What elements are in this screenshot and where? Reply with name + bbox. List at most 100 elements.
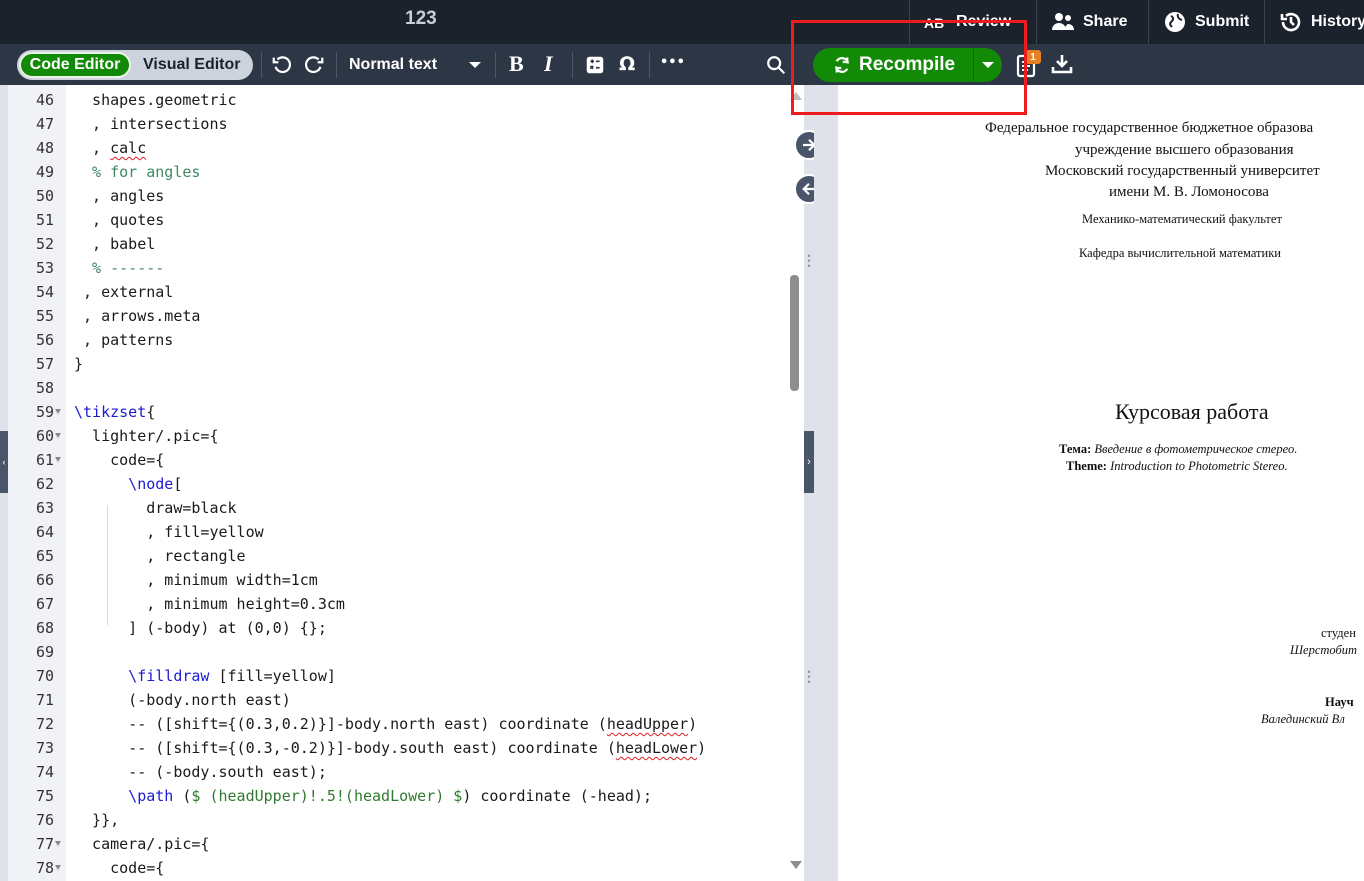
code-line[interactable]: 71 (-body.north east) bbox=[0, 688, 786, 712]
code-text[interactable]: % ------ bbox=[74, 256, 164, 280]
code-text[interactable]: , angles bbox=[74, 184, 164, 208]
code-text[interactable]: -- (-body.south east); bbox=[74, 760, 327, 784]
code-text[interactable]: , external bbox=[74, 280, 173, 304]
code-line[interactable]: 61 code={ bbox=[0, 448, 786, 472]
code-line[interactable]: 66 , minimum width=1cm bbox=[0, 568, 786, 592]
recompile-options-button[interactable] bbox=[973, 48, 1002, 82]
code-text[interactable]: \path ($ (headUpper)!.5!(headLower) $) c… bbox=[74, 784, 652, 808]
code-text[interactable]: (-body.north east) bbox=[74, 688, 291, 712]
code-text[interactable]: -- ([shift={(0.3,0.2)}]-body.north east)… bbox=[74, 712, 697, 736]
code-text[interactable]: , babel bbox=[74, 232, 155, 256]
code-line[interactable]: 49 % for angles bbox=[0, 160, 786, 184]
code-line[interactable]: 58 bbox=[0, 376, 786, 400]
code-text[interactable]: , calc bbox=[74, 136, 146, 160]
project-title[interactable]: 123 bbox=[405, 8, 437, 30]
editor-scrollbar[interactable] bbox=[786, 85, 804, 881]
code-text[interactable]: lighter/.pic={ bbox=[74, 424, 218, 448]
code-line[interactable]: 76 }}, bbox=[0, 808, 786, 832]
code-line[interactable]: 74 -- (-body.south east); bbox=[0, 760, 786, 784]
recompile-main[interactable]: Recompile bbox=[813, 48, 973, 82]
code-text[interactable]: code={ bbox=[74, 448, 164, 472]
code-line[interactable]: 51 , quotes bbox=[0, 208, 786, 232]
code-line[interactable]: 54 , external bbox=[0, 280, 786, 304]
code-line[interactable]: 55 , arrows.meta bbox=[0, 304, 786, 328]
code-text[interactable]: \filldraw [fill=yellow] bbox=[74, 664, 336, 688]
scroll-down-arrow[interactable] bbox=[790, 861, 802, 869]
code-line[interactable]: 52 , babel bbox=[0, 232, 786, 256]
code-text[interactable]: , minimum width=1cm bbox=[74, 568, 318, 592]
submit-button[interactable]: Submit bbox=[1148, 0, 1262, 44]
code-line[interactable]: 46 shapes.geometric bbox=[0, 88, 786, 112]
fold-arrow-icon[interactable] bbox=[55, 865, 61, 870]
code-text[interactable]: code={ bbox=[74, 856, 164, 880]
code-text[interactable]: , arrows.meta bbox=[74, 304, 200, 328]
code-text[interactable]: }}, bbox=[74, 808, 119, 832]
code-text[interactable]: , minimum height=0.3cm bbox=[74, 592, 345, 616]
fold-arrow-icon[interactable] bbox=[55, 841, 61, 846]
code-line[interactable]: 70 \filldraw [fill=yellow] bbox=[0, 664, 786, 688]
expand-file-tree-tab[interactable]: ‹ bbox=[0, 431, 8, 493]
code-text[interactable]: , rectangle bbox=[74, 544, 245, 568]
code-line[interactable]: 67 , minimum height=0.3cm bbox=[0, 592, 786, 616]
undo-button[interactable] bbox=[269, 52, 295, 78]
code-line[interactable]: 64 , fill=yellow bbox=[0, 520, 786, 544]
code-line[interactable]: 72 -- ([shift={(0.3,0.2)}]-body.north ea… bbox=[0, 712, 786, 736]
code-text[interactable]: } bbox=[74, 352, 83, 376]
splitter-grip[interactable]: • • • bbox=[806, 252, 812, 271]
redo-button[interactable] bbox=[301, 52, 327, 78]
code-line[interactable]: 65 , rectangle bbox=[0, 544, 786, 568]
insert-math-button[interactable] bbox=[582, 52, 608, 78]
code-text[interactable]: camera/.pic={ bbox=[74, 832, 209, 856]
code-text[interactable]: draw=black bbox=[74, 496, 236, 520]
code-line[interactable]: 50 , angles bbox=[0, 184, 786, 208]
splitter-grip[interactable]: • • • bbox=[806, 668, 812, 687]
code-text[interactable]: % for angles bbox=[74, 160, 200, 184]
editor-mode-toggle[interactable]: Code Editor Visual Editor bbox=[17, 50, 253, 80]
code-line[interactable]: 78 code={ bbox=[0, 856, 786, 880]
fold-arrow-icon[interactable] bbox=[55, 433, 61, 438]
code-text[interactable]: , fill=yellow bbox=[74, 520, 263, 544]
review-button[interactable]: AB Review bbox=[909, 0, 1050, 44]
scroll-up-arrow[interactable] bbox=[790, 92, 802, 100]
code-line[interactable]: 48 , calc bbox=[0, 136, 786, 160]
code-text[interactable]: , quotes bbox=[74, 208, 164, 232]
code-line[interactable]: 62 \node[ bbox=[0, 472, 786, 496]
code-line[interactable]: 59 \tikzset{ bbox=[0, 400, 786, 424]
code-line[interactable]: 75 \path ($ (headUpper)!.5!(headLower) $… bbox=[0, 784, 786, 808]
code-line[interactable]: 47 , intersections bbox=[0, 112, 786, 136]
code-line[interactable]: 57} bbox=[0, 352, 786, 376]
code-editor-tab[interactable]: Code Editor bbox=[19, 52, 131, 78]
code-text[interactable]: \tikzset{ bbox=[74, 400, 155, 424]
code-line[interactable]: 77 camera/.pic={ bbox=[0, 832, 786, 856]
history-button[interactable]: History bbox=[1264, 0, 1364, 44]
code-line[interactable]: 56 , patterns bbox=[0, 328, 786, 352]
code-text[interactable]: , patterns bbox=[74, 328, 173, 352]
symbol-button[interactable]: Ω bbox=[619, 53, 635, 75]
visual-editor-tab[interactable]: Visual Editor bbox=[143, 56, 241, 74]
italic-button[interactable]: I bbox=[544, 51, 553, 77]
document-title: Курсовая работа bbox=[1115, 399, 1269, 424]
code-text[interactable]: , intersections bbox=[74, 112, 227, 136]
code-line[interactable]: 73 -- ([shift={(0.3,-0.2)}]-body.south e… bbox=[0, 736, 786, 760]
code-text[interactable]: ] (-body) at (0,0) {}; bbox=[74, 616, 327, 640]
collapse-pdf-tab[interactable]: › bbox=[804, 431, 814, 493]
share-button[interactable]: Share bbox=[1036, 0, 1148, 44]
code-line[interactable]: 68 ] (-body) at (0,0) {}; bbox=[0, 616, 786, 640]
search-button[interactable] bbox=[763, 52, 789, 78]
download-icon[interactable] bbox=[1050, 52, 1074, 76]
code-line[interactable]: 60 lighter/.pic={ bbox=[0, 424, 786, 448]
code-text[interactable]: shapes.geometric bbox=[74, 88, 237, 112]
bold-button[interactable]: B bbox=[509, 51, 524, 77]
code-line[interactable]: 53 % ------ bbox=[0, 256, 786, 280]
text-style-select[interactable]: Normal text bbox=[349, 52, 481, 78]
code-text[interactable]: -- ([shift={(0.3,-0.2)}]-body.south east… bbox=[74, 736, 706, 760]
fold-arrow-icon[interactable] bbox=[55, 457, 61, 462]
code-line[interactable]: 63 draw=black bbox=[0, 496, 786, 520]
code-text[interactable]: \node[ bbox=[74, 472, 182, 496]
recompile-button[interactable]: Recompile bbox=[813, 48, 1002, 82]
more-button[interactable]: ••• bbox=[660, 55, 685, 70]
code-editor[interactable]: 46 shapes.geometric 47 , intersections 48 … bbox=[0, 85, 786, 881]
scrollbar-thumb[interactable] bbox=[790, 275, 799, 391]
code-line[interactable]: 69 bbox=[0, 640, 786, 664]
fold-arrow-icon[interactable] bbox=[55, 409, 61, 414]
